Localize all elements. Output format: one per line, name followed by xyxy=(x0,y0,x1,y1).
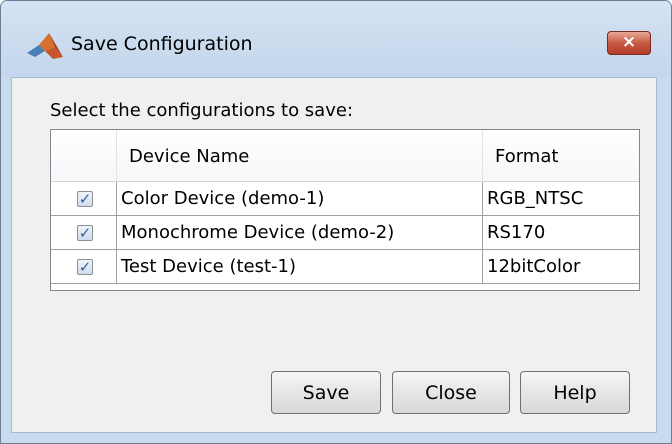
device-name-cell: Monochrome Device (demo-2) xyxy=(117,216,483,249)
table-row[interactable]: ✓ Test Device (test-1) 12bitColor xyxy=(51,250,639,284)
format-cell: 12bitColor xyxy=(487,256,581,277)
dialog-body: Select the configurations to save: Devic… xyxy=(11,77,657,433)
format-cell: RGB_NTSC xyxy=(487,188,584,209)
close-window-button[interactable]: × xyxy=(607,31,651,55)
close-icon: × xyxy=(621,32,637,52)
table-header: Device Name Format xyxy=(51,130,639,182)
row-checkbox[interactable]: ✓ xyxy=(77,259,93,275)
save-button[interactable]: Save xyxy=(271,371,381,414)
select-cell: ✓ xyxy=(51,182,117,215)
window-title: Save Configuration xyxy=(71,33,253,55)
configurations-table: Device Name Format ✓ Color Device (demo-… xyxy=(50,129,640,291)
checkmark-icon: ✓ xyxy=(78,224,92,242)
instruction-label: Select the configurations to save: xyxy=(50,100,354,121)
help-button[interactable]: Help xyxy=(520,371,630,414)
select-cell: ✓ xyxy=(51,216,117,249)
column-header-select[interactable] xyxy=(51,130,117,181)
device-name-cell: Color Device (demo-1) xyxy=(117,182,483,215)
column-header-device-name[interactable]: Device Name xyxy=(117,130,483,181)
checkmark-icon: ✓ xyxy=(78,190,92,208)
save-configuration-window: Save Configuration × Select the configur… xyxy=(0,0,672,444)
row-checkbox[interactable]: ✓ xyxy=(77,225,93,241)
format-cell: RS170 xyxy=(487,222,546,243)
close-button[interactable]: Close xyxy=(392,371,510,414)
table-row[interactable]: ✓ Monochrome Device (demo-2) RS170 xyxy=(51,216,639,250)
row-checkbox[interactable]: ✓ xyxy=(77,191,93,207)
title-bar[interactable]: Save Configuration × xyxy=(1,1,671,77)
column-header-format[interactable]: Format xyxy=(483,130,639,181)
table-row[interactable]: ✓ Color Device (demo-1) RGB_NTSC xyxy=(51,182,639,216)
device-name-cell: Test Device (test-1) xyxy=(117,250,483,283)
select-cell: ✓ xyxy=(51,250,117,283)
matlab-membrane-icon xyxy=(27,33,63,59)
checkmark-icon: ✓ xyxy=(78,258,92,276)
